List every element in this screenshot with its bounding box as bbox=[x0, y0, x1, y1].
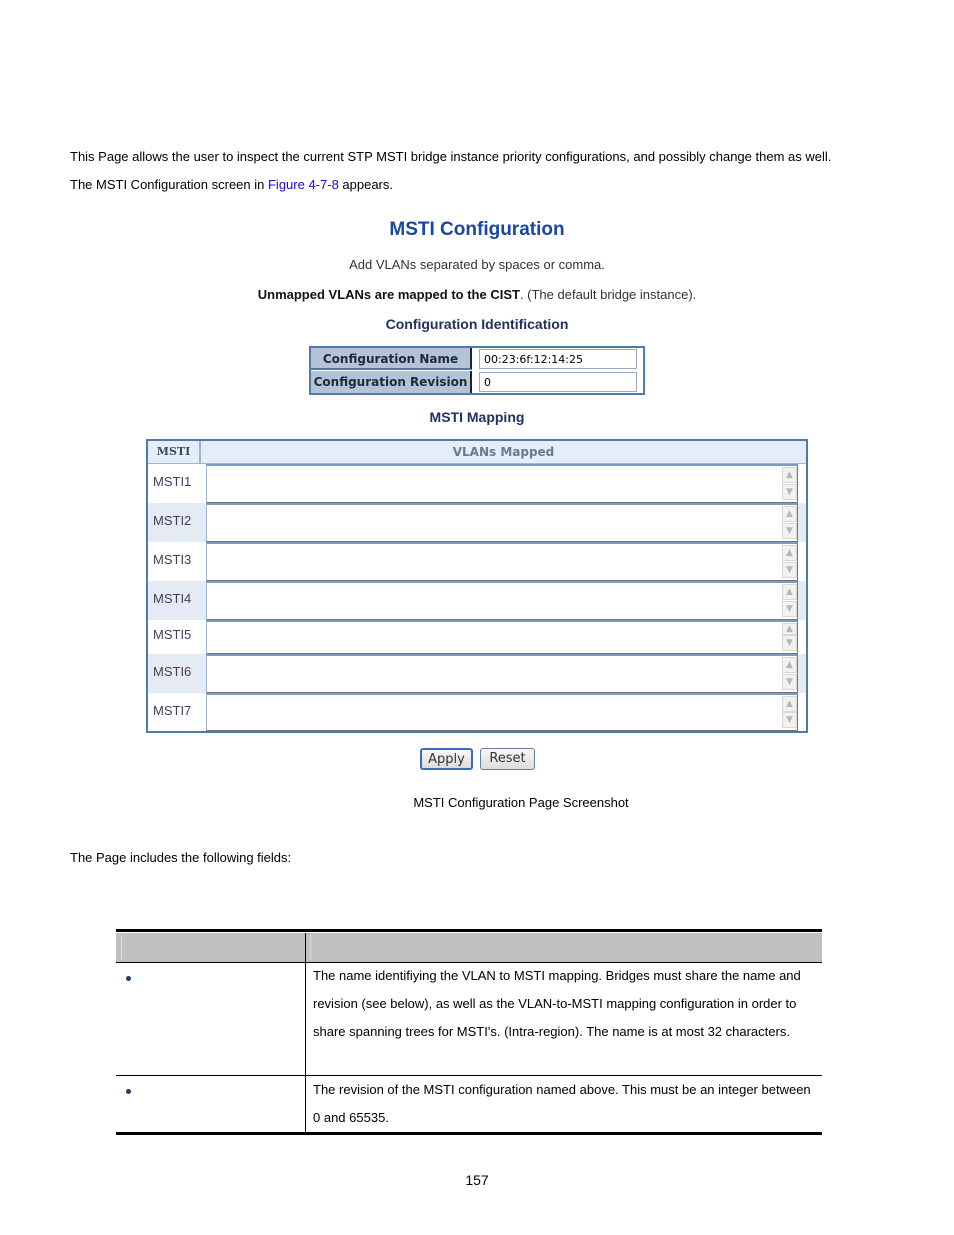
intro-line-2-suffix: appears. bbox=[338, 177, 393, 192]
row-edge bbox=[798, 581, 806, 620]
msti-mapping-table: MSTI VLANs Mapped MSTI1 ▲ ▼ MSTI2 ▲ ▼ MS… bbox=[146, 439, 808, 733]
row-edge bbox=[798, 503, 806, 542]
header-cell-edge bbox=[121, 935, 122, 960]
table-top-border bbox=[116, 929, 822, 932]
figure-caption: MSTI Configuration Page Screenshot bbox=[413, 795, 629, 810]
scroll-up-icon[interactable]: ▲ bbox=[782, 506, 797, 522]
msti-mapping-heading: MSTI Mapping bbox=[429, 409, 525, 425]
scroll-up-icon[interactable]: ▲ bbox=[782, 467, 797, 483]
msti-label: MSTI4 bbox=[148, 581, 206, 620]
table-bottom-border bbox=[116, 1132, 822, 1135]
scroll-up-icon[interactable]: ▲ bbox=[782, 584, 797, 600]
mapping-row: MSTI6 ▲ ▼ bbox=[148, 654, 806, 693]
header-divider bbox=[305, 933, 306, 962]
msti-label: MSTI3 bbox=[148, 542, 206, 581]
unmapped-vlans-note-bold: Unmapped VLANs are mapped to the CIST bbox=[257, 287, 520, 302]
config-name-input[interactable] bbox=[479, 349, 637, 369]
scroll-down-icon[interactable]: ▼ bbox=[782, 523, 797, 539]
column-header-msti: MSTI bbox=[148, 441, 201, 463]
scroll-up-icon[interactable]: ▲ bbox=[782, 696, 797, 712]
page-title: MSTI Configuration bbox=[389, 219, 565, 240]
vlans-mapped-input[interactable] bbox=[206, 693, 798, 731]
figure-link[interactable]: Figure 4-7-8 bbox=[268, 177, 339, 192]
reset-button[interactable]: Reset bbox=[480, 748, 535, 770]
bullet-icon bbox=[126, 976, 131, 981]
mapping-row: MSTI7 ▲ ▼ bbox=[148, 693, 806, 731]
mapping-row: MSTI3 ▲ ▼ bbox=[148, 542, 806, 581]
msti-label: MSTI6 bbox=[148, 654, 206, 693]
row-edge bbox=[798, 620, 806, 654]
apply-button[interactable]: Apply bbox=[420, 748, 473, 770]
msti-label: MSTI5 bbox=[148, 620, 206, 654]
scroll-up-icon[interactable]: ▲ bbox=[782, 545, 797, 561]
scroll-down-icon[interactable]: ▼ bbox=[782, 712, 797, 728]
config-identification-table: Configuration Name Configuration Revisio… bbox=[309, 346, 645, 395]
object-description: The name identifiying the VLAN to MSTI m… bbox=[313, 968, 801, 1039]
config-revision-row: Configuration Revision bbox=[311, 371, 643, 393]
config-identification-heading: Configuration Identification bbox=[385, 316, 569, 332]
bullet-icon bbox=[126, 1089, 131, 1094]
mapping-row: MSTI4 ▲ ▼ bbox=[148, 581, 806, 620]
vlans-mapped-input[interactable] bbox=[206, 503, 798, 542]
mapping-row: MSTI5 ▲ ▼ bbox=[148, 620, 806, 654]
add-vlans-note: Add VLANs separated by spaces or comma. bbox=[349, 257, 605, 272]
fields-intro: The Page includes the following fields: bbox=[70, 850, 292, 865]
msti-label: MSTI7 bbox=[148, 693, 206, 731]
row-edge bbox=[798, 542, 806, 581]
scroll-up-icon[interactable]: ▲ bbox=[782, 657, 797, 673]
row-edge bbox=[798, 464, 806, 503]
intro-line-1: This Page allows the user to inspect the… bbox=[70, 149, 832, 164]
object-description: The revision of the MSTI configuration n… bbox=[313, 1082, 811, 1125]
config-name-label: Configuration Name bbox=[311, 348, 472, 370]
msti-label: MSTI2 bbox=[148, 503, 206, 542]
page-number: 157 bbox=[465, 1172, 489, 1188]
vlans-mapped-input[interactable] bbox=[206, 654, 798, 693]
table-header-row bbox=[116, 933, 822, 962]
scroll-down-icon[interactable]: ▼ bbox=[782, 674, 797, 690]
config-name-row: Configuration Name bbox=[311, 348, 643, 370]
vlans-mapped-input[interactable] bbox=[206, 464, 798, 503]
msti-label: MSTI1 bbox=[148, 464, 206, 503]
config-revision-label: Configuration Revision bbox=[311, 371, 472, 393]
scroll-down-icon[interactable]: ▼ bbox=[782, 601, 797, 617]
intro-line-2: The MSTI Configuration screen in Figure … bbox=[70, 177, 393, 193]
config-revision-input[interactable] bbox=[479, 372, 637, 392]
vlans-mapped-input[interactable] bbox=[206, 581, 798, 620]
vlans-mapped-input[interactable] bbox=[206, 620, 798, 654]
mapping-header-row: MSTI VLANs Mapped bbox=[148, 441, 806, 465]
scroll-up-icon[interactable]: ▲ bbox=[782, 623, 797, 635]
scroll-down-icon[interactable]: ▼ bbox=[782, 635, 797, 651]
mapping-row: MSTI1 ▲ ▼ bbox=[148, 464, 806, 503]
unmapped-vlans-note-rest: . (The default bridge instance). bbox=[519, 287, 697, 302]
vlans-mapped-input[interactable] bbox=[206, 542, 798, 581]
column-header-vlans-mapped: VLANs Mapped bbox=[452, 445, 555, 459]
column-divider bbox=[305, 962, 306, 1132]
unmapped-vlans-note: Unmapped VLANs are mapped to the CIST. (… bbox=[0, 287, 954, 302]
header-cell-edge bbox=[310, 935, 311, 960]
intro-line-2-prefix: The MSTI Configuration screen in bbox=[70, 177, 268, 192]
mapping-row: MSTI2 ▲ ▼ bbox=[148, 503, 806, 542]
scroll-down-icon[interactable]: ▼ bbox=[782, 562, 797, 578]
row-edge bbox=[798, 693, 806, 731]
row-edge bbox=[798, 654, 806, 693]
scroll-down-icon[interactable]: ▼ bbox=[782, 484, 797, 500]
